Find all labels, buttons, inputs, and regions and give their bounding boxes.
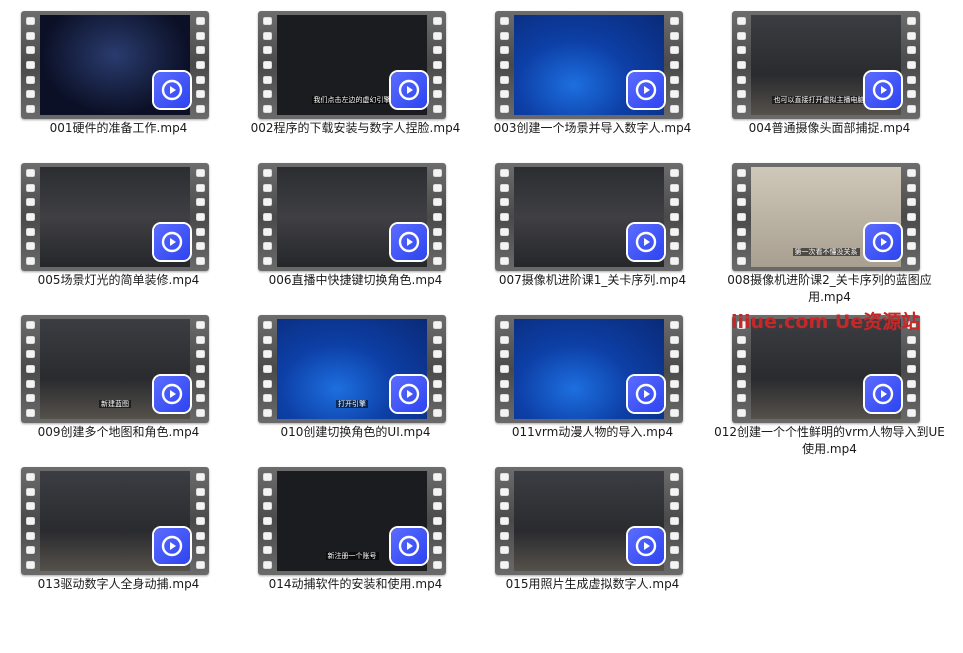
- video-play-icon: [865, 376, 901, 412]
- film-perforations: [260, 11, 274, 119]
- film-perforations: [904, 163, 918, 271]
- video-file-item[interactable]: 新注册一个账号 014动捕软件的安装和使用.mp4: [237, 456, 474, 606]
- file-name-label: 007摄像机进阶课1_关卡序列.mp4: [498, 273, 687, 287]
- video-play-icon: [628, 72, 664, 108]
- video-file-item[interactable]: 001硬件的准备工作.mp4: [0, 0, 237, 150]
- film-perforations: [497, 163, 511, 271]
- watermark: iiiue.com Ue资源站: [731, 311, 921, 333]
- film-perforations: [497, 11, 511, 119]
- video-play-icon: [391, 224, 427, 260]
- video-file-item[interactable]: 也可以直接打开虚拟主播电脑设置 004普通摄像头面部捕捉.mp4: [711, 0, 948, 150]
- video-play-icon: [865, 224, 901, 260]
- film-perforations: [23, 11, 37, 119]
- file-name-label: 014动捕软件的安装和使用.mp4: [268, 577, 443, 591]
- video-play-icon: [865, 72, 901, 108]
- file-name-label: 015用照片生成虚拟数字人.mp4: [505, 577, 680, 591]
- file-name-label: 003创建一个场景并导入数字人.mp4: [493, 121, 692, 135]
- film-perforations: [260, 315, 274, 423]
- film-perforations: [260, 163, 274, 271]
- film-perforations: [497, 315, 511, 423]
- film-perforations: [193, 11, 207, 119]
- film-perforations: [430, 163, 444, 271]
- film-perforations: [904, 11, 918, 119]
- video-play-icon: [628, 528, 664, 564]
- video-file-item[interactable]: 第一次看不懂没关系 008摄像机进阶课2_关卡序列的蓝图应用.mp4: [711, 152, 948, 304]
- video-play-icon: [154, 376, 190, 412]
- file-name-label: 013驱动数字人全身动捕.mp4: [37, 577, 200, 591]
- film-perforations: [667, 163, 681, 271]
- film-perforations: [667, 315, 681, 423]
- video-play-icon: [391, 528, 427, 564]
- film-perforations: [430, 315, 444, 423]
- video-file-item[interactable]: 打开引擎 010创建切换角色的UI.mp4: [237, 304, 474, 454]
- film-perforations: [430, 467, 444, 575]
- file-name-label: 010创建切换角色的UI.mp4: [280, 425, 431, 439]
- film-perforations: [497, 467, 511, 575]
- film-perforations: [193, 163, 207, 271]
- video-file-item[interactable]: 新建蓝图 009创建多个地图和角色.mp4: [0, 304, 237, 454]
- film-perforations: [260, 467, 274, 575]
- file-name-label: 006直播中快捷键切换角色.mp4: [268, 273, 443, 287]
- file-name-label: 011vrm动漫人物的导入.mp4: [511, 425, 674, 439]
- film-perforations: [23, 163, 37, 271]
- video-file-item[interactable]: 015用照片生成虚拟数字人.mp4: [474, 456, 711, 606]
- video-file-item[interactable]: 003创建一个场景并导入数字人.mp4: [474, 0, 711, 150]
- video-file-item[interactable]: 011vrm动漫人物的导入.mp4: [474, 304, 711, 454]
- film-perforations: [734, 11, 748, 119]
- video-play-icon: [628, 224, 664, 260]
- film-perforations: [430, 11, 444, 119]
- film-perforations: [193, 467, 207, 575]
- file-name-label: 005场景灯光的简单装修.mp4: [37, 273, 200, 287]
- video-file-item[interactable]: 007摄像机进阶课1_关卡序列.mp4: [474, 152, 711, 302]
- film-perforations: [667, 11, 681, 119]
- file-name-label: 002程序的下载安装与数字人捏脸.mp4: [250, 121, 461, 135]
- film-perforations: [23, 467, 37, 575]
- file-name-label: 001硬件的准备工作.mp4: [49, 121, 188, 135]
- video-file-item[interactable]: 005场景灯光的简单装修.mp4: [0, 152, 237, 302]
- video-play-icon: [154, 72, 190, 108]
- video-file-item[interactable]: 我们点击左边的虚幻引擎 002程序的下载安装与数字人捏脸.mp4: [237, 0, 474, 150]
- file-name-label: 004普通摄像头面部捕捉.mp4: [748, 121, 911, 135]
- film-perforations: [193, 315, 207, 423]
- file-name-label: 009创建多个地图和角色.mp4: [37, 425, 200, 439]
- video-play-icon: [391, 376, 427, 412]
- file-name-label: 008摄像机进阶课2_关卡序列的蓝图应用.mp4: [727, 273, 932, 304]
- video-file-item[interactable]: 013驱动数字人全身动捕.mp4: [0, 456, 237, 606]
- file-name-label: 012创建一个个性鲜明的vrm人物导入到UE使用.mp4: [714, 425, 945, 456]
- film-perforations: [23, 315, 37, 423]
- video-play-icon: [628, 376, 664, 412]
- video-play-icon: [391, 72, 427, 108]
- video-play-icon: [154, 224, 190, 260]
- video-file-item[interactable]: 006直播中快捷键切换角色.mp4: [237, 152, 474, 302]
- film-perforations: [734, 163, 748, 271]
- film-perforations: [667, 467, 681, 575]
- video-play-icon: [154, 528, 190, 564]
